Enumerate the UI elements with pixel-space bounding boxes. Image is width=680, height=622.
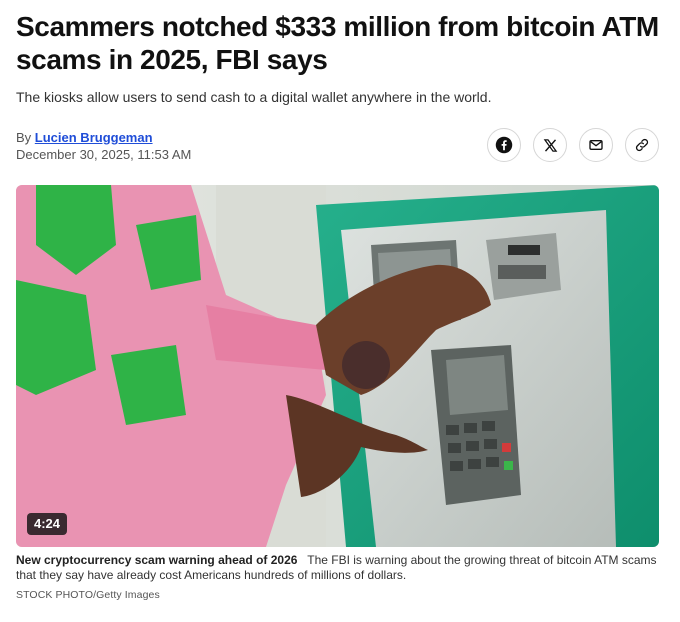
mail-icon bbox=[589, 140, 603, 150]
video-player[interactable]: 4:24 bbox=[16, 185, 659, 547]
photo-credit: STOCK PHOTO/Getty Images bbox=[16, 589, 160, 601]
publish-date: December 30, 2025, 11:53 AM bbox=[16, 147, 192, 162]
byline: By Lucien Bruggeman bbox=[16, 130, 153, 146]
article-subhead: The kiosks allow users to send cash to a… bbox=[16, 89, 492, 105]
share-facebook-button[interactable] bbox=[487, 128, 521, 162]
video-caption: New cryptocurrency scam warning ahead of… bbox=[16, 553, 666, 583]
x-icon bbox=[543, 138, 557, 152]
caption-title: New cryptocurrency scam warning ahead of… bbox=[16, 553, 298, 567]
atm-photo bbox=[16, 185, 659, 547]
copy-link-button[interactable] bbox=[625, 128, 659, 162]
byline-prefix: By bbox=[16, 130, 32, 145]
facebook-icon bbox=[495, 136, 513, 154]
share-email-button[interactable] bbox=[579, 128, 613, 162]
author-link[interactable]: Lucien Bruggeman bbox=[35, 130, 153, 145]
share-bar bbox=[487, 128, 659, 162]
share-x-button[interactable] bbox=[533, 128, 567, 162]
article-headline: Scammers notched $333 million from bitco… bbox=[16, 11, 659, 75]
video-duration: 4:24 bbox=[27, 513, 68, 535]
link-icon bbox=[635, 138, 649, 152]
